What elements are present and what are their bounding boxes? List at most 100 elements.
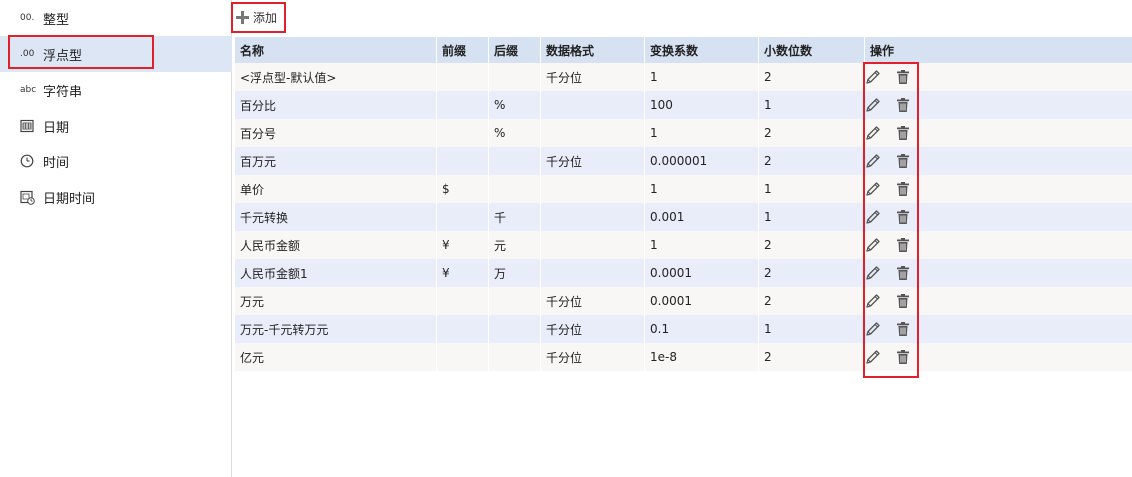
table-row[interactable]: 百分比% 100 1 xyxy=(235,91,1132,119)
cell-decimals: 1 xyxy=(758,315,864,343)
table-row[interactable]: 人民币金额1 ¥ 万 0.0001 2 xyxy=(235,259,1132,287)
cell-actions xyxy=(864,315,1132,343)
cell-actions xyxy=(864,231,1132,259)
cell-suffix: 千 xyxy=(488,203,540,231)
cell-factor: 0.0001 xyxy=(644,259,758,287)
cell-format xyxy=(540,91,644,119)
table-row[interactable]: 万元 千分位 0.0001 2 xyxy=(235,287,1132,315)
cell-actions xyxy=(864,147,1132,175)
cell-name: 单价 xyxy=(240,182,265,197)
cell-name: <浮点型-默认值> xyxy=(240,70,337,85)
sidebar-item-label: 字符串 xyxy=(43,84,83,100)
table-row[interactable]: <浮点型-默认值> 千分位 1 2 xyxy=(235,63,1132,91)
edit-icon[interactable] xyxy=(865,292,882,310)
cell-factor: 0.001 xyxy=(644,203,758,231)
cell-prefix: $ xyxy=(436,175,488,203)
string-icon: abc xyxy=(20,85,37,95)
delete-icon[interactable] xyxy=(894,292,912,310)
cell-format: 千分位 xyxy=(540,63,644,91)
cell-suffix: 万 xyxy=(488,259,540,287)
calendar-icon xyxy=(20,119,38,133)
delete-icon[interactable] xyxy=(894,96,912,114)
cell-name: 万元-千元转万元 xyxy=(240,322,329,337)
cell-format: 千分位 xyxy=(540,315,644,343)
sidebar: 00. 整型 .00 浮点型 abc 字符串 日期 时间 日期时间 xyxy=(0,0,232,477)
cell-format: 千分位 xyxy=(540,343,644,371)
table-row[interactable]: 人民币金额 ¥ 元 1 2 xyxy=(235,231,1132,259)
delete-icon[interactable] xyxy=(894,208,912,226)
cell-name: 百分比 xyxy=(240,98,277,113)
sidebar-item-label: 时间 xyxy=(43,155,70,171)
add-button[interactable]: 添加 xyxy=(236,5,277,29)
edit-icon[interactable] xyxy=(865,152,882,170)
cell-name: 百万元 xyxy=(240,154,277,169)
cell-actions xyxy=(864,259,1132,287)
table-row[interactable]: 单价 $1 1 xyxy=(235,175,1132,203)
sidebar-item-datetime[interactable]: 日期时间 xyxy=(0,179,232,215)
cell-prefix: ¥ xyxy=(436,259,488,287)
cell-prefix xyxy=(436,119,488,147)
table-row[interactable]: 亿元 千分位 1e-8 2 xyxy=(235,343,1132,371)
sidebar-item-float[interactable]: .00 浮点型 xyxy=(0,36,232,72)
edit-icon[interactable] xyxy=(865,68,882,86)
cell-suffix xyxy=(488,343,540,371)
cell-factor: 0.0001 xyxy=(644,287,758,315)
delete-icon[interactable] xyxy=(894,348,912,366)
cell-actions xyxy=(864,175,1132,203)
edit-icon[interactable] xyxy=(865,236,882,254)
edit-icon[interactable] xyxy=(865,124,882,142)
table-header: 名称 前缀 后缀 数据格式 变换系数 小数位数 操作 xyxy=(235,37,1132,63)
cell-format: 千分位 xyxy=(540,147,644,175)
cell-decimals: 2 xyxy=(758,287,864,315)
cell-prefix xyxy=(436,287,488,315)
cell-format xyxy=(540,203,644,231)
edit-icon[interactable] xyxy=(865,264,882,282)
cell-decimals: 2 xyxy=(758,231,864,259)
delete-icon[interactable] xyxy=(894,124,912,142)
cell-format xyxy=(540,259,644,287)
sidebar-item-date[interactable]: 日期 xyxy=(0,108,232,144)
table-row[interactable]: 千元转换 千 0.001 1 xyxy=(235,203,1132,231)
edit-icon[interactable] xyxy=(865,348,882,366)
cell-actions xyxy=(864,63,1132,91)
sidebar-item-label: 日期 xyxy=(43,120,70,136)
cell-decimals: 2 xyxy=(758,343,864,371)
cell-format: 千分位 xyxy=(540,287,644,315)
cell-prefix xyxy=(436,91,488,119)
cell-factor: 0.000001 xyxy=(644,147,758,175)
cell-decimals: 2 xyxy=(758,259,864,287)
delete-icon[interactable] xyxy=(894,152,912,170)
sidebar-item-string[interactable]: abc 字符串 xyxy=(0,72,232,108)
edit-icon[interactable] xyxy=(865,180,882,198)
column-header-actions: 操作 xyxy=(864,37,1132,63)
cell-factor: 100 xyxy=(644,91,758,119)
column-header-suffix: 后缀 xyxy=(488,37,540,63)
table-row[interactable]: 万元-千元转万元 千分位 0.1 1 xyxy=(235,315,1132,343)
sidebar-item-integer[interactable]: 00. 整型 xyxy=(0,0,232,36)
sidebar-item-label: 整型 xyxy=(43,12,70,28)
sidebar-item-label: 浮点型 xyxy=(43,48,83,64)
delete-icon[interactable] xyxy=(894,320,912,338)
column-header-decimals: 小数位数 xyxy=(758,37,864,63)
cell-format xyxy=(540,175,644,203)
cell-format xyxy=(540,119,644,147)
cell-decimals: 1 xyxy=(758,91,864,119)
delete-icon[interactable] xyxy=(894,180,912,198)
cell-prefix xyxy=(436,315,488,343)
cell-suffix xyxy=(488,315,540,343)
delete-icon[interactable] xyxy=(894,264,912,282)
column-header-name: 名称 xyxy=(240,43,265,58)
cell-actions xyxy=(864,119,1132,147)
cell-prefix xyxy=(436,147,488,175)
cell-factor: 1 xyxy=(644,63,758,91)
table-row[interactable]: 百分号% 1 2 xyxy=(235,119,1132,147)
edit-icon[interactable] xyxy=(865,208,882,226)
delete-icon[interactable] xyxy=(894,68,912,86)
cell-suffix xyxy=(488,287,540,315)
sidebar-item-time[interactable]: 时间 xyxy=(0,143,232,179)
edit-icon[interactable] xyxy=(865,96,882,114)
delete-icon[interactable] xyxy=(894,236,912,254)
edit-icon[interactable] xyxy=(865,320,882,338)
add-button-label: 添加 xyxy=(253,10,278,25)
table-row[interactable]: 百万元 千分位 0.000001 2 xyxy=(235,147,1132,175)
